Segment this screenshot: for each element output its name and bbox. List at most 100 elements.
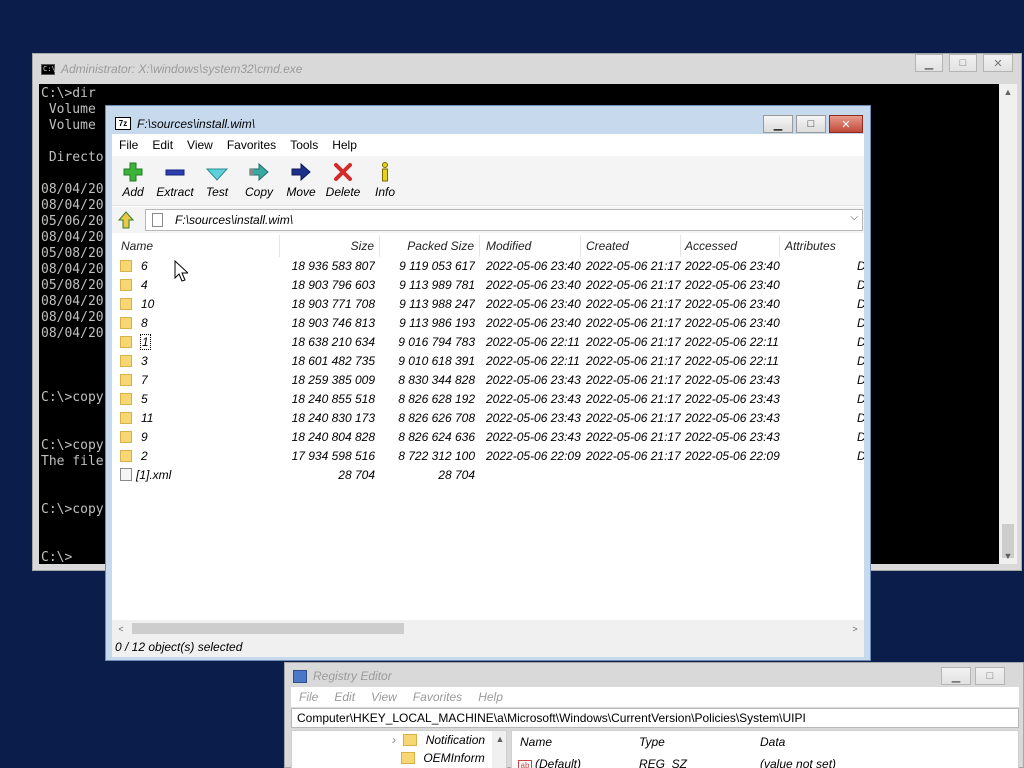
- cell-created: 2022-05-06 21:17: [586, 316, 681, 330]
- sevenzip-client: File Edit View Favorites Tools Help Add …: [111, 134, 864, 657]
- table-row[interactable]: 3 18 601 482 735 9 010 618 391 2022-05-06 2…: [112, 352, 864, 371]
- tree-item-oeminform[interactable]: OEMInform: [401, 749, 485, 767]
- reg-menu-file[interactable]: File: [291, 690, 326, 704]
- reg-column-data[interactable]: Data: [760, 735, 785, 749]
- cell-attributes: D: [852, 257, 864, 276]
- cmd-minimize-button[interactable]: ▁: [915, 54, 943, 72]
- move-button[interactable]: Move: [279, 160, 323, 199]
- cell-attributes: D: [852, 409, 864, 428]
- cell-created: 2022-05-06 21:17: [586, 430, 681, 444]
- regedit-titlebar[interactable]: Registry Editor: [285, 663, 1023, 689]
- column-header-name[interactable]: Name: [116, 235, 280, 257]
- extract-icon: [153, 160, 197, 184]
- column-header-modified[interactable]: Modified: [481, 235, 581, 257]
- info-label: Info: [374, 185, 395, 199]
- cmd-scrollbar[interactable]: ▲ ▼: [999, 84, 1017, 564]
- scroll-left-arrow-icon[interactable]: <: [112, 620, 130, 637]
- console-line: 05/06/20: [41, 214, 104, 229]
- info-button[interactable]: Info: [363, 160, 407, 199]
- tree-item-notification[interactable]: › Notification: [392, 731, 485, 749]
- hscroll-thumb[interactable]: [132, 623, 404, 634]
- menu-tools[interactable]: Tools: [283, 138, 325, 152]
- table-row[interactable]: 2 17 934 598 516 8 722 312 100 2022-05-06 2…: [112, 447, 864, 466]
- cell-packed-size: 8 826 624 636: [398, 430, 475, 444]
- regedit-tree[interactable]: › Notification OEMInform ▲: [291, 730, 507, 768]
- regedit-minimize-button[interactable]: ▁: [941, 667, 971, 685]
- cell-name: 4: [120, 276, 280, 295]
- menu-favorites[interactable]: Favorites: [220, 138, 283, 152]
- reg-menu-favorites[interactable]: Favorites: [405, 690, 470, 704]
- table-row[interactable]: 9 18 240 804 828 8 826 624 636 2022-05-06 2…: [112, 428, 864, 447]
- table-row[interactable]: 8 18 903 746 813 9 113 986 193 2022-05-06 2…: [112, 314, 864, 333]
- regedit-maximize-button[interactable]: □: [975, 667, 1005, 685]
- sevenzip-minimize-button[interactable]: ▁: [763, 115, 793, 133]
- item-name: 4: [141, 278, 148, 292]
- column-header-packed-size[interactable]: Packed Size: [380, 235, 480, 257]
- extract-button[interactable]: Extract: [153, 160, 197, 199]
- cell-modified: 2022-05-06 23:43: [486, 430, 581, 444]
- move-label: Move: [286, 185, 316, 199]
- item-name: 10: [141, 297, 155, 311]
- menu-file[interactable]: File: [112, 138, 145, 152]
- sevenzip-close-button[interactable]: ✕: [829, 115, 863, 133]
- regedit-values-list[interactable]: Name Type Data ab (Default) REG_SZ (value…: [511, 730, 1019, 768]
- copy-icon: [237, 160, 281, 184]
- table-row[interactable]: 11 18 240 830 173 8 826 626 708 2022-05-06 …: [112, 409, 864, 428]
- menu-view[interactable]: View: [180, 138, 220, 152]
- reg-menu-edit[interactable]: Edit: [326, 690, 363, 704]
- file-list-header: Name Size Packed Size Modified Created A…: [112, 235, 864, 257]
- scroll-down-arrow-icon[interactable]: ▼: [999, 548, 1017, 564]
- file-list[interactable]: Name Size Packed Size Modified Created A…: [112, 235, 864, 643]
- folder-icon: [120, 450, 132, 462]
- table-row[interactable]: [1].xml 28 704 28 704: [112, 466, 864, 485]
- test-button[interactable]: Test: [195, 160, 239, 199]
- reg-column-type[interactable]: Type: [639, 735, 665, 749]
- reg-menu-help[interactable]: Help: [470, 690, 511, 704]
- scroll-right-arrow-icon[interactable]: >: [846, 620, 864, 637]
- item-name: 11: [141, 411, 154, 425]
- reg-value-name[interactable]: ab (Default): [518, 757, 581, 768]
- column-header-size[interactable]: Size: [280, 235, 380, 257]
- test-icon: [195, 160, 239, 184]
- cell-created: 2022-05-06 21:17: [586, 259, 681, 273]
- folder-icon: [120, 393, 132, 405]
- string-value-icon: ab: [518, 760, 532, 768]
- regedit-address-bar[interactable]: Computer\HKEY_LOCAL_MACHINE\a\Microsoft\…: [291, 708, 1019, 728]
- tree-item-label: OEMInform: [423, 751, 485, 765]
- cell-name: 6: [120, 257, 280, 276]
- sevenzip-maximize-button[interactable]: □: [796, 115, 826, 133]
- up-folder-icon[interactable]: [117, 211, 135, 229]
- column-header-accessed[interactable]: Accessed: [680, 235, 780, 257]
- scroll-up-arrow-icon[interactable]: ▲: [999, 84, 1017, 100]
- file-list-hscrollbar[interactable]: < >: [112, 620, 864, 637]
- delete-button[interactable]: Delete: [321, 160, 365, 199]
- table-row[interactable]: 4 18 903 796 603 9 113 989 781 2022-05-06 2…: [112, 276, 864, 295]
- reg-menu-view[interactable]: View: [363, 690, 405, 704]
- reg-column-name[interactable]: Name: [520, 735, 552, 749]
- menu-edit[interactable]: Edit: [145, 138, 180, 152]
- chevron-right-icon[interactable]: ›: [392, 733, 396, 747]
- cmd-titlebar[interactable]: C:\ Administrator: X:\windows\system32\c…: [33, 54, 1021, 84]
- cell-accessed: 2022-05-06 22:11: [685, 354, 779, 368]
- chevron-down-icon[interactable]: ⌵: [850, 212, 858, 223]
- table-row[interactable]: 10 18 903 771 708 9 113 988 247 2022-05-06 …: [112, 295, 864, 314]
- table-row[interactable]: 1 18 638 210 634 9 016 794 783 2022-05-06 2…: [112, 333, 864, 352]
- address-combobox[interactable]: F:\sources\install.wim\ ⌵: [145, 209, 863, 231]
- folder-icon: [401, 752, 415, 764]
- column-header-attributes[interactable]: Attributes: [780, 235, 864, 257]
- table-row[interactable]: 5 18 240 855 518 8 826 628 192 2022-05-06 2…: [112, 390, 864, 409]
- cell-created: 2022-05-06 21:17: [586, 278, 681, 292]
- copy-label: Copy: [244, 185, 273, 199]
- regedit-tree-scrollbar[interactable]: ▲: [492, 731, 506, 768]
- add-button[interactable]: Add: [111, 160, 155, 199]
- menu-help[interactable]: Help: [325, 138, 364, 152]
- folder-icon: [120, 317, 132, 329]
- cmd-close-button[interactable]: ✕: [983, 54, 1013, 72]
- copy-button[interactable]: Copy: [237, 160, 281, 199]
- cell-modified: 2022-05-06 22:11: [486, 354, 580, 368]
- column-header-created[interactable]: Created: [581, 235, 681, 257]
- scroll-up-arrow-icon[interactable]: ▲: [492, 731, 506, 747]
- cmd-maximize-button[interactable]: □: [949, 54, 977, 72]
- table-row[interactable]: 6 18 936 583 807 9 119 053 617 2022-05-06 2…: [112, 257, 864, 276]
- table-row[interactable]: 7 18 259 385 009 8 830 344 828 2022-05-06 2…: [112, 371, 864, 390]
